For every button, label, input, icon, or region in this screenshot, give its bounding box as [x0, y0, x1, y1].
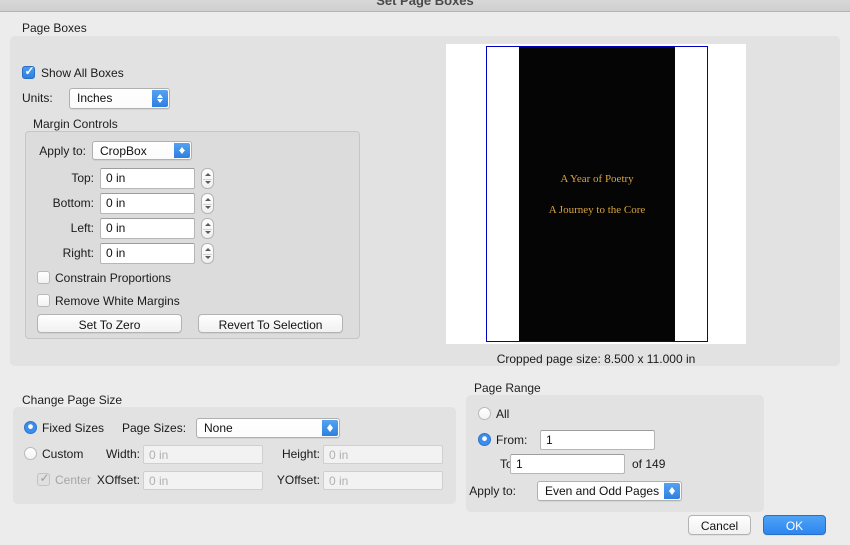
margin-left-stepper[interactable]: [201, 218, 214, 239]
page-sizes-select[interactable]: None: [196, 418, 340, 438]
margin-bottom-input[interactable]: 0 in: [100, 193, 195, 214]
page-range-from-input[interactable]: 1: [540, 430, 655, 450]
custom-radio[interactable]: [24, 447, 37, 460]
page-range-to-label: To:: [499, 457, 516, 471]
page-range-from-label: From:: [496, 433, 528, 447]
page-range-all-label: All: [496, 407, 510, 421]
page-range-total-label: of 149: [632, 457, 666, 471]
yoffset-input[interactable]: 0 in: [323, 471, 443, 490]
page-range-all-radio[interactable]: [478, 407, 491, 420]
page-range-apply-to-value: Even and Odd Pages: [545, 484, 660, 498]
window-title: Set Page Boxes: [376, 0, 474, 8]
xoffset-input[interactable]: 0 in: [143, 471, 263, 490]
width-label: Width:: [105, 447, 140, 461]
show-all-boxes-checkbox[interactable]: ✓: [22, 64, 35, 79]
margin-apply-to-label: Apply to:: [39, 144, 86, 158]
units-select[interactable]: Inches: [69, 88, 170, 109]
units-label: Units:: [22, 91, 53, 105]
page-range-apply-to-select[interactable]: Even and Odd Pages: [537, 481, 682, 501]
margin-right-stepper[interactable]: [201, 243, 214, 264]
margin-top-label: Top:: [71, 171, 94, 185]
margin-bottom-stepper[interactable]: [201, 193, 214, 214]
margin-top-stepper[interactable]: [201, 168, 214, 189]
revert-to-selection-button[interactable]: Revert To Selection: [198, 314, 343, 333]
preview-document-title-line1: A Year of Poetry: [560, 173, 634, 185]
margin-bottom-label: Bottom:: [52, 196, 94, 210]
chevron-updown-icon: [174, 143, 190, 158]
cancel-button[interactable]: Cancel: [688, 515, 751, 535]
show-all-boxes-label: Show All Boxes: [41, 66, 124, 80]
custom-label: Custom: [42, 447, 84, 461]
chevron-updown-icon: [322, 420, 338, 436]
page-range-apply-to-label: Apply to:: [469, 484, 516, 498]
margin-apply-to-select[interactable]: CropBox: [92, 141, 192, 160]
margin-right-label: Right:: [62, 246, 94, 260]
center-checkbox[interactable]: ✓: [37, 471, 50, 486]
units-value: Inches: [77, 91, 113, 105]
chevron-updown-icon: [664, 483, 680, 499]
xoffset-label: XOffset:: [96, 473, 140, 487]
change-page-size-group-label: Change Page Size: [22, 393, 123, 407]
constrain-proportions-checkbox[interactable]: [37, 271, 50, 284]
margin-top-input[interactable]: 0 in: [100, 168, 195, 189]
height-label: Height:: [281, 447, 320, 461]
margin-left-input[interactable]: 0 in: [100, 218, 195, 239]
margin-apply-to-value: CropBox: [100, 144, 147, 158]
margin-right-input[interactable]: 0 in: [100, 243, 195, 264]
ok-button[interactable]: OK: [763, 515, 826, 535]
yoffset-label: YOffset:: [276, 473, 320, 487]
remove-white-margins-label: Remove White Margins: [55, 294, 180, 308]
width-input[interactable]: 0 in: [143, 445, 263, 464]
preview-document-title-line2: A Journey to the Core: [548, 204, 646, 216]
fixed-sizes-label: Fixed Sizes: [42, 421, 105, 435]
page-sizes-label: Page Sizes:: [122, 421, 187, 435]
page-range-group-label: Page Range: [474, 381, 541, 395]
window-titlebar: Set Page Boxes: [0, 0, 850, 12]
page-boxes-group-label: Page Boxes: [22, 21, 87, 35]
chevron-updown-icon: [152, 90, 168, 107]
margin-controls-group-label: Margin Controls: [33, 117, 118, 131]
cropped-page-size-text: Cropped page size: 8.500 x 11.000 in: [496, 352, 696, 366]
page-sizes-value: None: [204, 421, 233, 435]
checkmark-icon: ✓: [24, 64, 35, 78]
checkmark-icon: ✓: [39, 471, 50, 485]
page-preview: A Year of Poetry A Journey to the Core: [446, 44, 746, 344]
preview-page-frame: A Year of Poetry A Journey to the Core: [486, 46, 708, 342]
preview-page-content: A Year of Poetry A Journey to the Core: [519, 47, 675, 341]
fixed-sizes-radio[interactable]: [24, 421, 37, 434]
remove-white-margins-checkbox[interactable]: [37, 294, 50, 307]
page-range-from-radio[interactable]: [478, 433, 491, 446]
constrain-proportions-label: Constrain Proportions: [55, 271, 172, 285]
page-range-to-input[interactable]: 1: [510, 454, 625, 474]
set-to-zero-button[interactable]: Set To Zero: [37, 314, 182, 333]
height-input[interactable]: 0 in: [323, 445, 443, 464]
margin-left-label: Left:: [70, 221, 94, 235]
